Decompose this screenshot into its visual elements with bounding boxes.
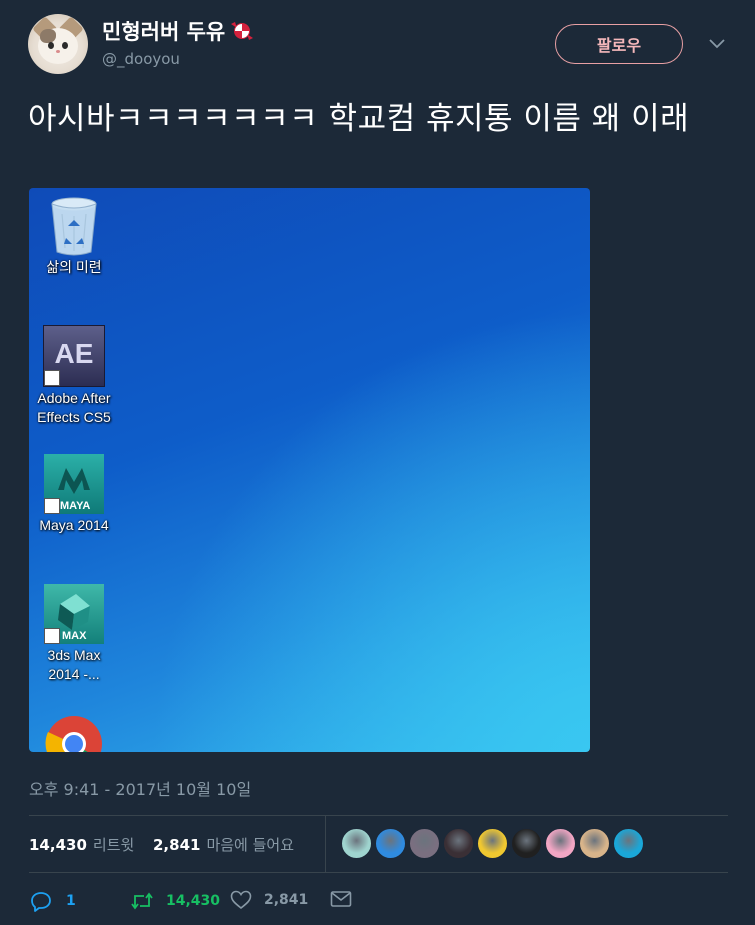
display-name[interactable]: 민형러버 두유 <box>102 16 255 46</box>
3ds-max-tile-text: MAX <box>62 630 87 642</box>
recycle-bin-icon <box>51 197 97 256</box>
avatar[interactable] <box>28 14 88 74</box>
like-count: 2,841 <box>264 892 309 908</box>
desktop-icon-after-effects: AE Adobe After Effects CS5 <box>29 325 119 427</box>
likes-count: 2,841 <box>153 836 201 854</box>
envelope-icon <box>330 891 352 907</box>
desktop-icon-label: Maya 2014 <box>39 517 109 533</box>
tweet-timestamp[interactable]: 오후 9:41 - 2017년 10월 10일 <box>29 776 251 800</box>
likes-stat[interactable]: 2,841 마음에 들어요 <box>153 834 294 855</box>
maya-icon: MAYA <box>44 454 104 514</box>
user-handle[interactable]: @_dooyou <box>102 50 180 68</box>
direct-message-action[interactable] <box>330 890 352 908</box>
chrome-icon <box>45 716 102 752</box>
after-effects-icon: AE <box>43 325 105 387</box>
retweets-label: 리트윗 <box>92 836 135 854</box>
divider <box>325 816 326 872</box>
tweet-text: 아시바ㅋㅋㅋㅋㅋㅋㅋ 학교컴 휴지통 이름 왜 이래 <box>28 101 690 137</box>
liker-avatar[interactable] <box>545 828 576 859</box>
reply-action[interactable]: 1 <box>30 890 76 912</box>
retweet-action[interactable]: 14,430 <box>130 890 220 912</box>
shortcut-arrow-icon <box>44 628 60 644</box>
reply-count: 1 <box>66 893 76 909</box>
follow-button[interactable]: 팔로우 <box>555 24 683 64</box>
divider <box>29 872 728 873</box>
liker-avatar[interactable] <box>375 828 406 859</box>
retweets-count: 14,430 <box>29 836 87 854</box>
heart-icon <box>230 890 252 910</box>
likes-label: 마음에 들어요 <box>206 836 295 854</box>
desktop-icon-label: 3ds Max <box>47 647 101 663</box>
candy-icon <box>231 22 254 40</box>
desktop-icon-3ds-max: MAX 3ds Max 2014 -... <box>29 584 119 684</box>
liker-avatar[interactable] <box>511 828 542 859</box>
desktop-icon-maya: MAYA Maya 2014 <box>29 454 119 535</box>
retweet-count: 14,430 <box>166 893 221 909</box>
liker-avatar[interactable] <box>613 828 644 859</box>
shortcut-arrow-icon <box>44 498 60 514</box>
desktop-icon-label: 삶의 미련 <box>46 259 102 275</box>
shortcut-arrow-icon <box>44 370 60 386</box>
retweet-icon <box>131 892 153 910</box>
desktop-icon-chrome <box>29 714 119 752</box>
like-action[interactable]: 2,841 <box>230 890 308 910</box>
liker-avatar[interactable] <box>341 828 372 859</box>
liker-avatar[interactable] <box>579 828 610 859</box>
tweet-actions: 1 14,430 2,841 <box>30 890 730 918</box>
liker-avatar[interactable] <box>409 828 440 859</box>
retweets-stat[interactable]: 14,430 리트윗 <box>29 834 134 855</box>
desktop-icon-label: Adobe After <box>37 390 111 406</box>
maya-tile-text: MAYA <box>60 500 91 512</box>
chevron-down-icon[interactable] <box>708 38 726 50</box>
display-name-text: 민형러버 두유 <box>102 20 226 44</box>
desktop-icon-recycle-bin: 삶의 미련 <box>29 188 119 277</box>
tweet-stats: 14,430 리트윗 2,841 마음에 들어요 <box>29 816 729 872</box>
desktop-icon-label: Effects CS5 <box>37 409 111 425</box>
liker-avatar[interactable] <box>477 828 508 859</box>
after-effects-tile-text: AE <box>54 338 94 369</box>
tweet-image[interactable]: 삶의 미련 AE Adobe After Effects CS5 MAYA Ma… <box>29 188 590 752</box>
reply-icon <box>31 892 51 912</box>
liker-avatars <box>341 828 644 859</box>
liker-avatar[interactable] <box>443 828 474 859</box>
desktop-icon-label: 2014 -... <box>48 666 100 682</box>
tweet-header: 민형러버 두유 @_dooyou 팔로우 <box>0 0 755 90</box>
3ds-max-icon: MAX <box>44 584 104 644</box>
